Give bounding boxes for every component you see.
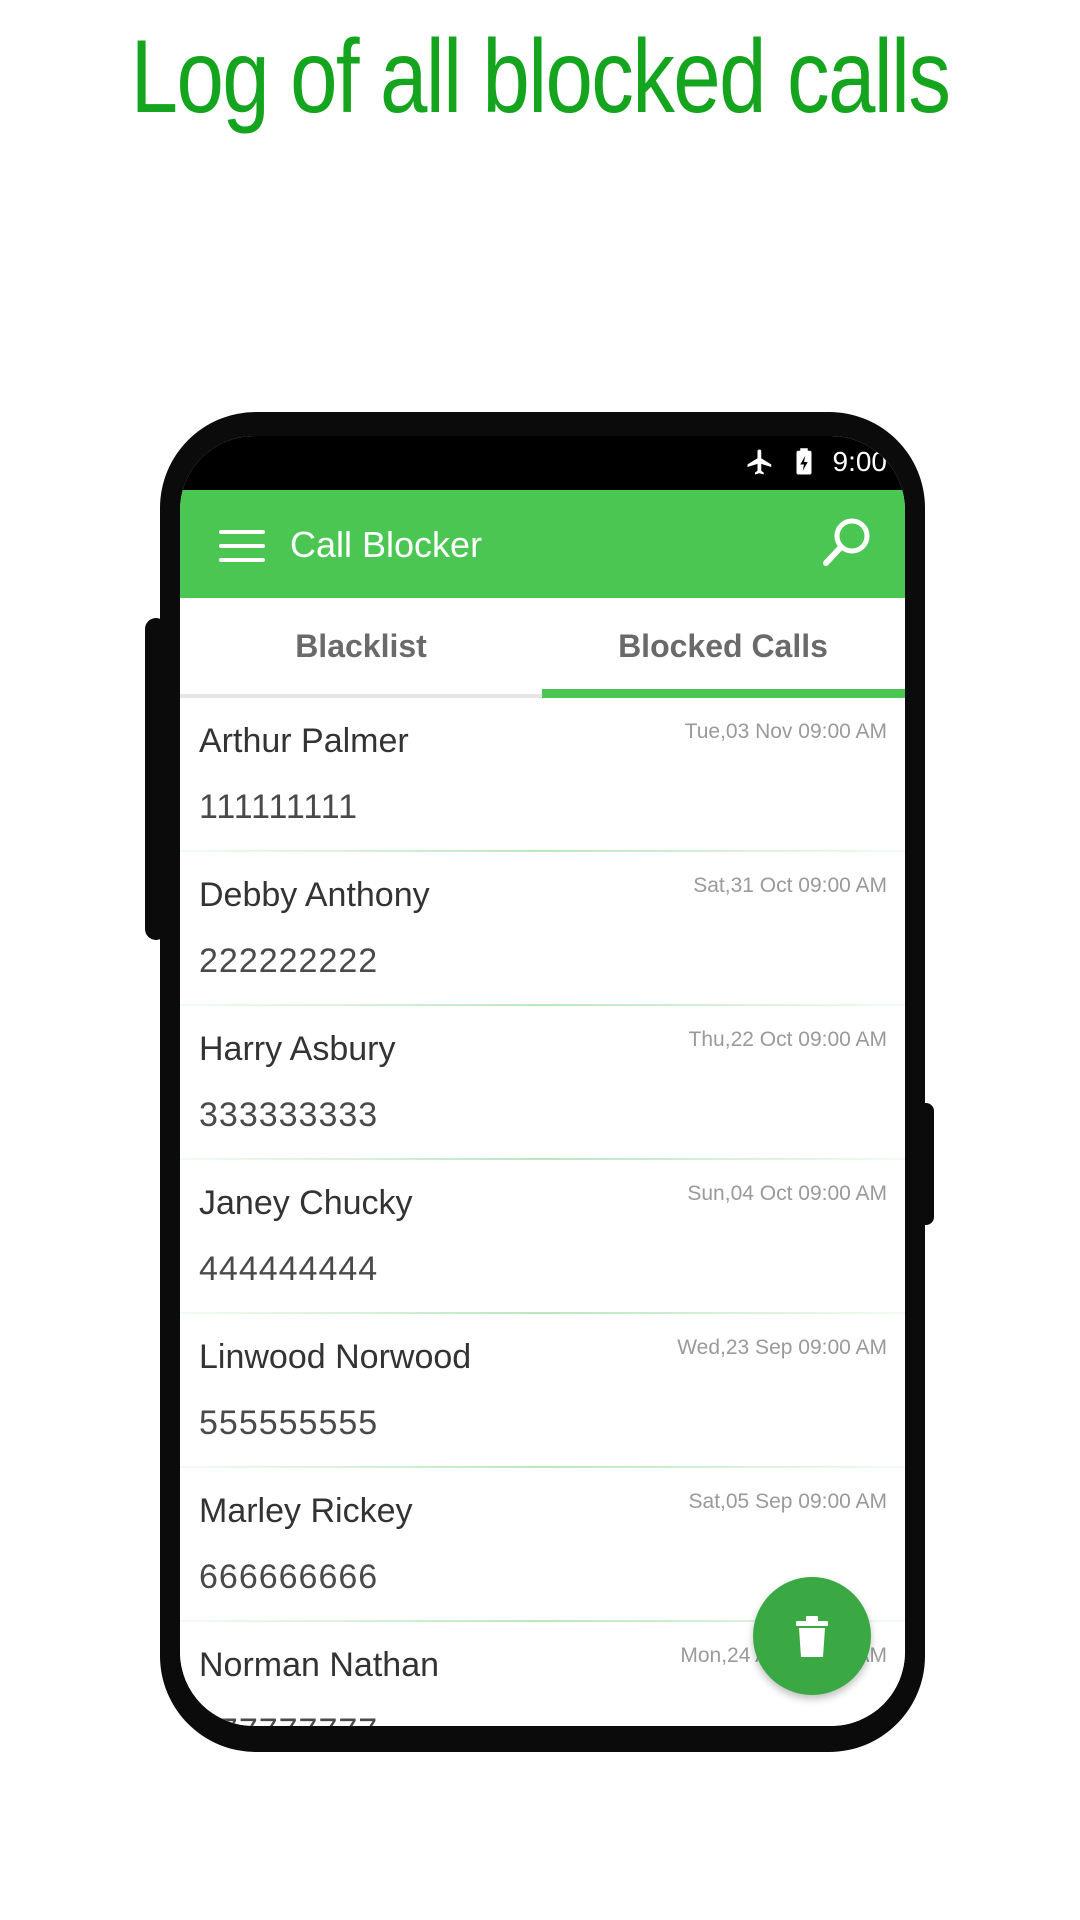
caller-number: 444444444	[199, 1250, 379, 1288]
call-date: Sat,05 Sep 09:00 AM	[688, 1490, 887, 1513]
caller-number: 777777777	[199, 1712, 378, 1726]
trash-icon	[796, 1616, 828, 1657]
call-row[interactable]: Janey Chucky 444444444 Sun,04 Oct 09:00 …	[180, 1160, 905, 1314]
call-row[interactable]: Debby Anthony 222222222 Sat,31 Oct 09:00…	[180, 852, 905, 1006]
caller-number: 555555555	[199, 1404, 379, 1442]
caller-name: Linwood Norwood	[199, 1338, 472, 1376]
caller-name: Norman Nathan	[199, 1646, 440, 1684]
caller-number: 333333333	[199, 1096, 379, 1134]
call-row[interactable]: Linwood Norwood 555555555 Wed,23 Sep 09:…	[180, 1314, 905, 1468]
blocked-calls-list: Arthur Palmer 111111111 Tue,03 Nov 09:00…	[180, 698, 905, 1726]
call-row[interactable]: Arthur Palmer 111111111 Tue,03 Nov 09:00…	[180, 698, 905, 852]
call-date: Sun,04 Oct 09:00 AM	[687, 1182, 887, 1205]
call-date: Wed,23 Sep 09:00 AM	[677, 1336, 887, 1359]
call-date: Sat,31 Oct 09:00 AM	[693, 874, 887, 897]
caller-number: 222222222	[199, 942, 379, 980]
caller-number: 666666666	[199, 1558, 379, 1596]
status-time: 9:00	[832, 446, 888, 477]
call-date: Tue,03 Nov 09:00 AM	[684, 720, 887, 743]
search-icon[interactable]	[819, 514, 875, 570]
tab-blocked-calls[interactable]: Blocked Calls	[542, 598, 904, 694]
caller-name: Arthur Palmer	[199, 722, 409, 760]
call-row[interactable]: Harry Asbury 333333333 Thu,22 Oct 09:00 …	[180, 1006, 905, 1160]
headline: Log of all blocked calls	[130, 19, 951, 135]
caller-name: Debby Anthony	[199, 876, 430, 914]
caller-name: Harry Asbury	[199, 1030, 396, 1068]
menu-icon[interactable]	[219, 530, 265, 562]
app-bar: Call Blocker	[180, 490, 905, 598]
delete-all-button[interactable]	[753, 1577, 871, 1695]
tab-indicator	[542, 689, 905, 698]
caller-number: 111111111	[199, 788, 358, 826]
tab-blacklist[interactable]: Blacklist	[180, 598, 542, 694]
airplane-icon	[747, 449, 771, 475]
app-title: Call Blocker	[290, 524, 483, 565]
battery-charging-icon	[796, 448, 811, 475]
phone-screen: 9:00 Call Blocker Blacklist Blocked Call…	[180, 436, 905, 1726]
caller-name: Janey Chucky	[199, 1184, 413, 1222]
tab-bar: Blacklist Blocked Calls	[180, 598, 905, 698]
caller-name: Marley Rickey	[199, 1492, 413, 1530]
status-bar: 9:00	[180, 436, 905, 490]
call-date: Thu,22 Oct 09:00 AM	[688, 1028, 887, 1051]
